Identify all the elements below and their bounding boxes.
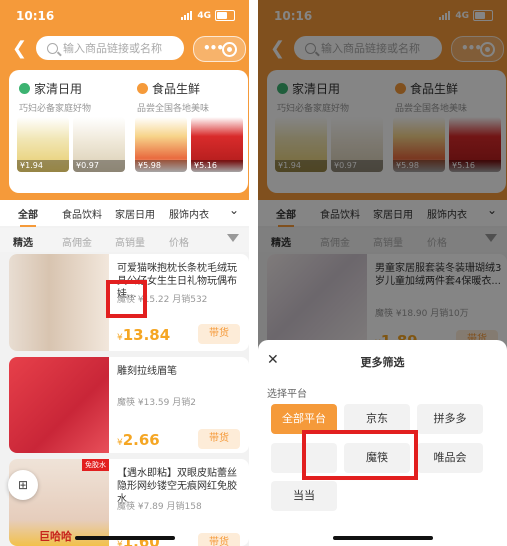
back-icon[interactable]: ❮: [12, 38, 27, 59]
tab-home[interactable]: 家居日用: [115, 206, 155, 221]
section-label: 选择平台: [267, 389, 307, 400]
tab-all[interactable]: 全部: [18, 206, 38, 227]
sort-bar: 精选 高佣金 高销量 价格: [0, 228, 249, 252]
signal-icon: [181, 11, 193, 20]
battery-icon: [215, 10, 235, 21]
promote-button[interactable]: 带货: [198, 429, 240, 449]
chevron-down-icon[interactable]: ⌄: [229, 203, 239, 217]
home-indicator: [333, 536, 433, 540]
highlight-box: [106, 280, 147, 318]
left-screen: 10:16 4G ❮ 输入商品链接或名称 ••• 家清日用 巧妇必备家庭好物 食…: [0, 0, 249, 546]
right-screen: 10:16 4G ❮ 输入商品链接或名称 ••• 家清日用 巧妇必备家庭好物 食…: [258, 0, 507, 546]
product-thumb[interactable]: ¥1.94: [17, 117, 69, 172]
drop-icon: [19, 83, 30, 94]
tab-food[interactable]: 食品饮料: [62, 206, 102, 221]
product-image: [9, 357, 109, 453]
product-thumb[interactable]: ¥5.16: [191, 117, 243, 172]
product-thumb[interactable]: ¥0.97: [73, 117, 125, 172]
sort-commission[interactable]: 高佣金: [62, 234, 92, 249]
tab-apparel[interactable]: 服饰内衣: [169, 206, 209, 221]
sheet-title: 更多筛选: [360, 356, 405, 369]
search-placeholder: 输入商品链接或名称: [63, 42, 162, 55]
sort-featured[interactable]: 精选: [13, 234, 33, 249]
platform-pdd[interactable]: 拼多多: [417, 404, 483, 434]
home-indicator: [75, 536, 175, 540]
platform-vip[interactable]: 唯品会: [417, 443, 483, 473]
network-label: 4G: [197, 10, 211, 21]
product-image: [9, 254, 109, 351]
more-icon[interactable]: •••: [203, 41, 224, 55]
product-card[interactable]: 雕刻拉线眉笔 魔筷 ¥13.59 月销2 ¥2.66 带货: [9, 357, 249, 453]
fire-icon: [137, 83, 148, 94]
sort-sales[interactable]: 高销量: [115, 234, 145, 249]
status-time: 10:16: [16, 9, 55, 23]
category-card: 家清日用 巧妇必备家庭好物 食品生鲜 品尝全国各地美味 ¥1.94 ¥0.97 …: [9, 70, 248, 193]
promote-button[interactable]: 带货: [198, 533, 240, 546]
category-home[interactable]: 家清日用 巧妇必备家庭好物: [19, 80, 127, 114]
product-thumb[interactable]: ¥5.98: [135, 117, 187, 172]
search-icon: [47, 42, 58, 54]
close-miniapp-icon[interactable]: [222, 42, 237, 57]
share-float-icon[interactable]: ⊞: [8, 470, 38, 500]
highlight-box: [302, 430, 418, 480]
platform-dangdang[interactable]: 当当: [271, 481, 337, 511]
search-input[interactable]: 输入商品链接或名称: [36, 36, 184, 60]
status-bar: 10:16 4G: [0, 7, 249, 27]
product-card[interactable]: 免胶水 巨哈哈 【遇水即粘】双眼皮贴蕾丝隐形网纱镂空无痕网红免胶水 魔筷 ¥7.…: [9, 459, 249, 546]
miniapp-capsule[interactable]: •••: [193, 36, 246, 62]
category-tabs: 全部 食品饮料 家居日用 服饰内衣 ⌄: [0, 200, 249, 227]
sort-price[interactable]: 价格: [169, 234, 189, 249]
promote-button[interactable]: 带货: [198, 324, 240, 344]
filter-icon[interactable]: [227, 234, 239, 242]
category-food[interactable]: 食品生鲜 品尝全国各地美味: [137, 80, 245, 114]
